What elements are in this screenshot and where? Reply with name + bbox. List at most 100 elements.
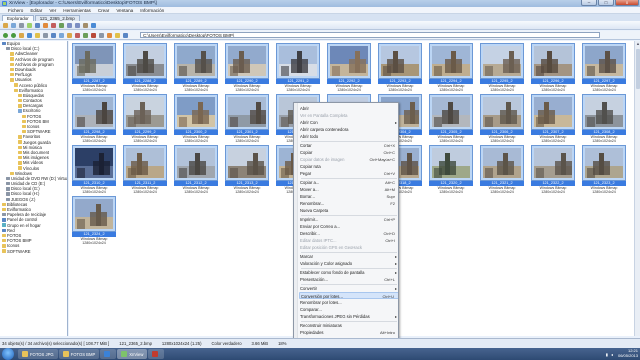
rotate-right-icon[interactable] [74, 22, 81, 29]
context-menu-item[interactable]: Copiar a... Alt+C [299, 179, 398, 186]
thumbnail-item[interactable]: 121_2295_2 Windows Bitmap 1280x1024x24 [479, 43, 525, 93]
menu-ver[interactable]: Ver [49, 8, 56, 13]
context-menu-item[interactable]: Pegar Ctrl+V [299, 170, 398, 177]
context-menu-item[interactable]: Renombrar... F2 [299, 200, 398, 207]
thumbnail-item[interactable]: 121_2287_2 Windows Bitmap 1280x1024x24 [71, 43, 117, 93]
context-menu-item[interactable]: Enviar por Correo a... [299, 223, 398, 230]
context-menu-item[interactable]: Describir... Ctrl+D [299, 230, 398, 237]
taskbar-item[interactable]: XnView [117, 349, 148, 359]
context-menu-item[interactable]: Valoración y Color asignado ▸ [299, 260, 398, 267]
minimize-button[interactable]: – [581, 0, 597, 6]
taskbar-item[interactable]: FOTOS JPG [18, 349, 58, 359]
browse-icon[interactable] [2, 22, 9, 29]
vertical-scrollbar[interactable]: ▲ [634, 41, 640, 336]
context-menu-item[interactable]: Imprimir... Ctrl+P [299, 216, 398, 223]
context-menu-item[interactable]: Editar posición GPS en GeoHack [299, 244, 398, 251]
convert-icon[interactable] [50, 22, 57, 29]
refresh-icon[interactable] [26, 32, 33, 39]
thumbnail-item[interactable]: 121_2321_2 Windows Bitmap 1280x1024x24 [479, 145, 525, 195]
view-mode-icon[interactable] [50, 32, 57, 39]
layout-icon[interactable] [122, 32, 129, 39]
thumbnail-item[interactable]: 121_2290_2 Windows Bitmap 1280x1024x24 [224, 43, 270, 93]
thumbnail-item[interactable]: 121_2288_2 Windows Bitmap 1280x1024x24 [122, 43, 168, 93]
thumbnail-item[interactable]: 121_2308_2 Windows Bitmap 1280x1024x24 [581, 94, 627, 144]
thumbnail-item[interactable]: 121_2300_2 Windows Bitmap 1280x1024x24 [173, 94, 219, 144]
context-menu-item[interactable]: Copiar datos de imagen Ctrl+Mayús+C [299, 156, 398, 163]
copy-icon[interactable] [82, 32, 89, 39]
thumbnail-item[interactable]: 121_2298_2 Windows Bitmap 1280x1024x24 [71, 94, 117, 144]
context-menu-item[interactable]: Conversión por lotes... Ctrl+U [299, 292, 398, 299]
volume-icon[interactable]: ◂ [611, 352, 613, 357]
tree-node[interactable]: SOFTWARE [0, 249, 67, 254]
up-folder-icon[interactable] [18, 32, 25, 39]
thumbnail-item[interactable]: 121_2320_2 Windows Bitmap 1280x1024x24 [428, 145, 474, 195]
thumbnail-item[interactable]: 121_2299_2 Windows Bitmap 1280x1024x24 [122, 94, 168, 144]
settings-icon[interactable] [82, 22, 89, 29]
clock[interactable]: 12:21 06/05/2013 [618, 349, 638, 358]
address-field[interactable]: C:\Users\Evilformatico\Desktop\FOTOS BMP… [140, 32, 600, 38]
network-icon[interactable]: ▮ [606, 352, 608, 357]
context-menu-item[interactable]: Presentación... Ctrl+L [299, 276, 398, 283]
thumbnail-item[interactable]: 121_2301_2 Windows Bitmap 1280x1024x24 [224, 94, 270, 144]
context-menu-item[interactable]: Abrir Con ▸ [299, 119, 398, 126]
folder-icon[interactable] [66, 32, 73, 39]
context-menu-item[interactable]: Copiar Ctrl+C [299, 149, 398, 156]
context-menu-item[interactable]: Propiedades Alt+Intro [299, 329, 398, 336]
capture-icon[interactable] [26, 22, 33, 29]
context-menu-item[interactable]: Ver en Pantalla Completa [299, 112, 398, 119]
context-menu-item[interactable]: Reconstruir miniaturas [299, 322, 398, 329]
menu-ventana[interactable]: Ventana [116, 8, 133, 13]
thumbnail-item[interactable]: 121_2311_2 Windows Bitmap 1280x1024x24 [122, 145, 168, 195]
menu-informacion[interactable]: Información [140, 8, 164, 13]
thumbnail-item[interactable]: 121_2310_2 Windows Bitmap 1280x1024x24 [71, 145, 117, 195]
context-menu-item[interactable]: Comparar... [299, 306, 398, 313]
filter-icon[interactable] [42, 32, 49, 39]
tag-icon[interactable] [106, 32, 113, 39]
menu-fichero[interactable]: Fichero [8, 8, 23, 13]
context-menu-item[interactable]: Nueva Carpeta [299, 207, 398, 214]
menu-crear[interactable]: Crear [98, 8, 110, 13]
properties-icon[interactable] [98, 32, 105, 39]
context-menu-item[interactable]: Renombrar por lotes... [299, 299, 398, 306]
print-icon[interactable] [18, 22, 25, 29]
context-menu-item[interactable]: Mover a... Alt+M [299, 186, 398, 193]
help-icon[interactable] [90, 22, 97, 29]
folder-tree[interactable]: Equipo Disco local (C:) AdwCleaner Archivos… [0, 41, 68, 336]
context-menu-item[interactable]: Editar datos IPTC... Ctrl+I [299, 237, 398, 244]
menu-herramientas[interactable]: Herramientas [63, 8, 91, 13]
slideshow-icon[interactable] [42, 22, 49, 29]
context-menu-item[interactable]: Copiar ruta [299, 163, 398, 170]
context-menu-item[interactable]: Establecer como fondo de pantalla ▸ [299, 269, 398, 276]
thumbnail-item[interactable]: 121_2323_2 Windows Bitmap 1280x1024x24 [581, 145, 627, 195]
forward-icon[interactable] [10, 32, 17, 39]
scroll-thumb[interactable] [636, 49, 640, 89]
context-menu-item[interactable]: Transformaciones JPEG sin Pérdidas ▸ [299, 313, 398, 320]
move-icon[interactable] [74, 32, 81, 39]
context-menu-item[interactable]: Abrir todo [299, 133, 398, 140]
menu-editar[interactable]: Editar [30, 8, 42, 13]
thumbnail-item[interactable]: 121_2307_2 Windows Bitmap 1280x1024x24 [530, 94, 576, 144]
thumbnail-item[interactable]: 121_2322_2 Windows Bitmap 1280x1024x24 [530, 145, 576, 195]
thumbnail-item[interactable]: 121_2294_2 Windows Bitmap 1280x1024x24 [428, 43, 474, 93]
thumbnail-item[interactable]: 121_2305_2 Windows Bitmap 1280x1024x24 [428, 94, 474, 144]
context-menu-item[interactable]: Cortar Ctrl+X [299, 142, 398, 149]
star-icon[interactable] [114, 32, 121, 39]
back-icon[interactable] [2, 32, 9, 39]
thumbnail-item[interactable]: 121_2306_2 Windows Bitmap 1280x1024x24 [479, 94, 525, 144]
context-menu-item[interactable]: Convertir ▸ [299, 285, 398, 292]
maximize-button[interactable]: □ [598, 0, 614, 6]
thumbnail-item[interactable]: 121_2293_2 Windows Bitmap 1280x1024x24 [377, 43, 423, 93]
rename-icon[interactable] [58, 22, 65, 29]
taskbar-item[interactable] [148, 349, 165, 359]
sort-icon[interactable] [58, 32, 65, 39]
scroll-up-icon[interactable]: ▲ [635, 41, 640, 47]
thumbnail-item[interactable]: 121_2292_2 Windows Bitmap 1280x1024x24 [326, 43, 372, 93]
mail-icon[interactable] [10, 22, 17, 29]
thumbnail-item[interactable]: 121_2313_2 Windows Bitmap 1280x1024x24 [224, 145, 270, 195]
close-button[interactable]: x [615, 0, 639, 6]
taskbar-item[interactable] [100, 349, 117, 359]
thumbnail-item[interactable]: 121_2289_2 Windows Bitmap 1280x1024x24 [173, 43, 219, 93]
title-bar[interactable]: XnView - [Explorador - C:\Users\Evilform… [0, 0, 640, 7]
delete-icon[interactable] [90, 32, 97, 39]
thumbnail-item[interactable]: 121_2297_2 Windows Bitmap 1280x1024x24 [581, 43, 627, 93]
